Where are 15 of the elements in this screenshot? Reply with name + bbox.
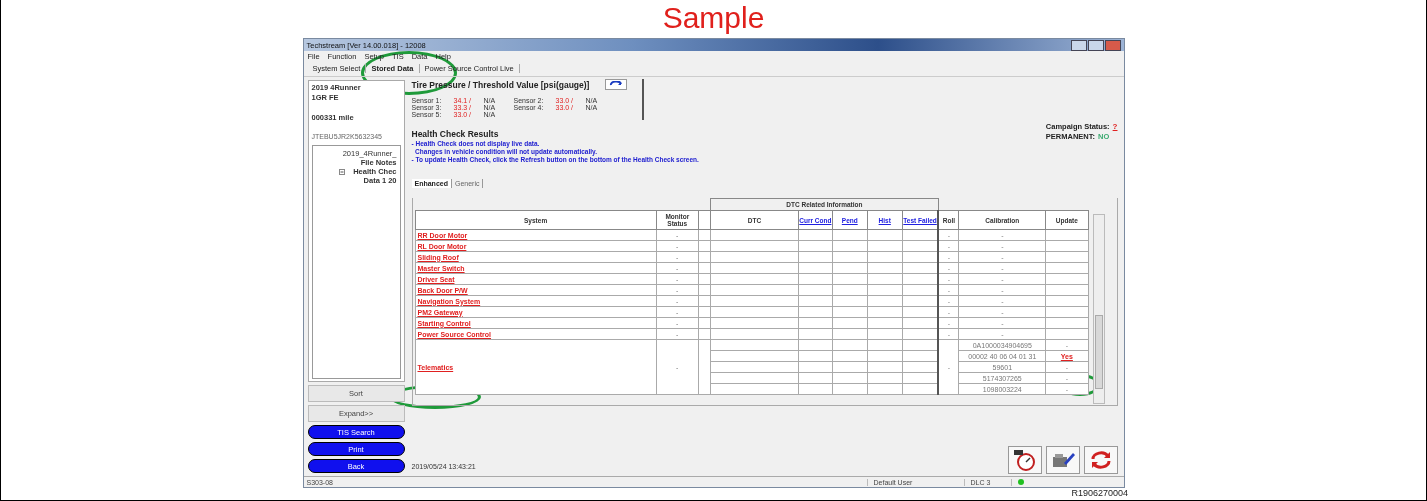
section-title: Health Check Results [411,129,500,139]
dtc-button[interactable] [1007,446,1042,474]
collapse-icon[interactable] [339,168,346,175]
reference-number: R1906270004 [1071,488,1128,498]
connection-icon [1017,479,1024,485]
minimize-button[interactable] [1070,39,1087,51]
campaign-link[interactable]: ? [1112,122,1118,131]
refresh-button[interactable] [1083,446,1118,474]
refresh-icon [609,81,624,88]
maximize-button[interactable] [1087,39,1104,51]
refresh-button[interactable] [605,79,628,90]
close-button[interactable] [1104,39,1121,51]
page-title: Sample [662,0,765,36]
gauge-icon [1012,449,1037,471]
ecu-button[interactable] [1045,446,1080,474]
